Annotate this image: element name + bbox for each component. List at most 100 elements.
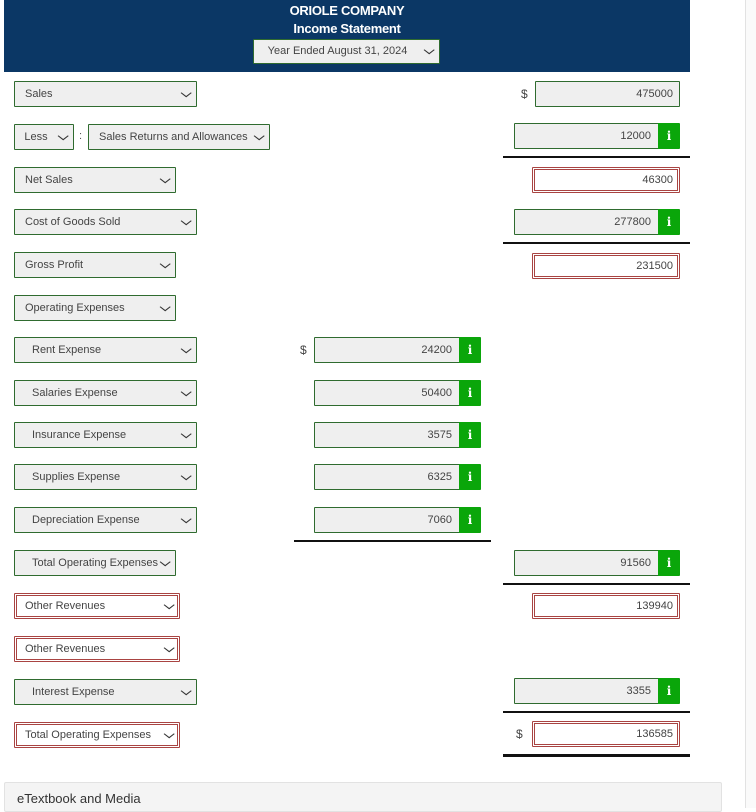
operator-select[interactable]: Less ⌵ [14,124,74,150]
input-value: 7060 [427,514,452,526]
insurance-expense-select[interactable]: Insurance Expense ⌵ [14,422,197,448]
scrollbar-track[interactable] [745,0,756,808]
chevron-down-icon: ⌵ [163,643,175,655]
chevron-down-icon: ⌵ [159,174,171,186]
info-icon[interactable]: i [658,123,680,149]
subtotal-rule [503,156,690,158]
gross-profit-select[interactable]: Gross Profit ⌵ [14,252,176,278]
info-icon[interactable]: i [658,550,680,576]
input-value: 6325 [427,471,452,483]
rent-expense-amount-input[interactable]: 24200 i [314,337,481,363]
chevron-down-icon: ⌵ [253,131,265,143]
input-value: 231500 [636,260,673,272]
chevron-down-icon: ⌵ [159,259,171,271]
rent-expense-select[interactable]: Rent Expense ⌵ [14,337,197,363]
separator-colon: : [79,130,83,142]
final-total-select[interactable]: Total Operating Expenses ⌵ [14,722,180,748]
etextbook-media-label: eTextbook and Media [17,791,141,806]
chevron-down-icon: ⌵ [159,302,171,314]
chevron-down-icon: ⌵ [180,88,192,100]
sales-account-select[interactable]: Sales ⌵ [14,81,197,107]
chevron-down-icon: ⌵ [180,514,192,526]
input-value: 277800 [614,216,651,228]
info-icon[interactable]: i [459,507,481,533]
chevron-down-icon: ⌵ [180,686,192,698]
returns-account-select[interactable]: Sales Returns and Allowances ⌵ [88,124,270,150]
select-value: Total Operating Expenses [25,729,151,741]
subtotal-rule [503,242,690,244]
select-value: Depreciation Expense [32,514,140,526]
chevron-down-icon: ⌵ [159,557,171,569]
chevron-down-icon: ⌵ [180,429,192,441]
input-value: 3575 [427,429,452,441]
period-select[interactable]: Year Ended August 31, 2024 ⌵ [253,39,440,64]
sales-amount-input[interactable]: 475000 [535,81,680,107]
supplies-expense-amount-input[interactable]: 6325 i [314,464,481,490]
depreciation-expense-select[interactable]: Depreciation Expense ⌵ [14,507,197,533]
select-value: Cost of Goods Sold [25,216,121,228]
insurance-expense-amount-input[interactable]: 3575 i [314,422,481,448]
company-name: ORIOLE COMPANY [289,3,405,18]
chevron-down-icon: ⌵ [180,471,192,483]
select-value: Gross Profit [25,259,84,271]
other-revenues-amount-input[interactable]: 139940 [532,593,680,619]
subtotal-rule [503,583,690,585]
returns-amount-input[interactable]: 12000 i [514,123,680,149]
gross-profit-amount-input[interactable]: 231500 [532,253,680,279]
other-revenues-select-2[interactable]: Other Revenues ⌵ [14,636,180,662]
currency-symbol: $ [300,343,307,357]
info-icon[interactable]: i [459,422,481,448]
info-icon[interactable]: i [459,380,481,406]
interest-expense-amount-input[interactable]: 3355 i [514,678,680,704]
select-value: Other Revenues [25,643,106,655]
chevron-down-icon: ⌵ [423,45,435,57]
select-value: Less [24,131,48,143]
select-value: Other Revenues [25,600,106,612]
cogs-amount-input[interactable]: 277800 i [514,209,680,235]
input-value: 91560 [620,557,651,569]
select-value: Interest Expense [32,686,115,698]
depreciation-expense-amount-input[interactable]: 7060 i [314,507,481,533]
interest-expense-select[interactable]: Interest Expense ⌵ [14,679,197,705]
input-value: 139940 [636,600,673,612]
salaries-expense-amount-input[interactable]: 50400 i [314,380,481,406]
select-value: Rent Expense [32,344,102,356]
input-value: 50400 [421,387,452,399]
select-value: Operating Expenses [25,302,125,314]
double-underline-rule [503,754,690,757]
info-icon[interactable]: i [658,678,680,704]
currency-symbol: $ [516,727,523,741]
input-value: 475000 [636,88,673,100]
input-value: 136585 [636,728,673,740]
cogs-select[interactable]: Cost of Goods Sold ⌵ [14,209,197,235]
salaries-expense-select[interactable]: Salaries Expense ⌵ [14,380,197,406]
total-opex-select[interactable]: Total Operating Expenses ⌵ [14,550,176,576]
subtotal-rule [294,540,491,542]
chevron-down-icon: ⌵ [163,729,175,741]
select-value: Net Sales [25,174,73,186]
statement-title: Income Statement [293,21,401,36]
total-opex-amount-input[interactable]: 91560 i [514,550,680,576]
select-value: Total Operating Expenses [32,557,158,569]
opex-heading-select[interactable]: Operating Expenses ⌵ [14,295,176,321]
supplies-expense-select[interactable]: Supplies Expense ⌵ [14,464,197,490]
info-icon[interactable]: i [459,337,481,363]
net-sales-amount-input[interactable]: 46300 [532,167,680,193]
net-sales-select[interactable]: Net Sales ⌵ [14,167,176,193]
info-icon[interactable]: i [658,209,680,235]
chevron-down-icon: ⌵ [57,131,69,143]
input-value: 12000 [620,130,651,142]
final-total-amount-input[interactable]: 136585 [532,721,680,747]
chevron-down-icon: ⌵ [180,387,192,399]
info-icon[interactable]: i [459,464,481,490]
input-value: 24200 [421,344,452,356]
select-value: Sales Returns and Allowances [99,131,248,143]
subtotal-rule [503,711,690,713]
select-value: Sales [25,88,53,100]
other-revenues-select[interactable]: Other Revenues ⌵ [14,593,180,619]
period-select-value: Year Ended August 31, 2024 [267,45,408,57]
input-value: 46300 [642,174,673,186]
select-value: Supplies Expense [32,471,121,483]
chevron-down-icon: ⌵ [163,600,175,612]
select-value: Insurance Expense [32,429,127,441]
